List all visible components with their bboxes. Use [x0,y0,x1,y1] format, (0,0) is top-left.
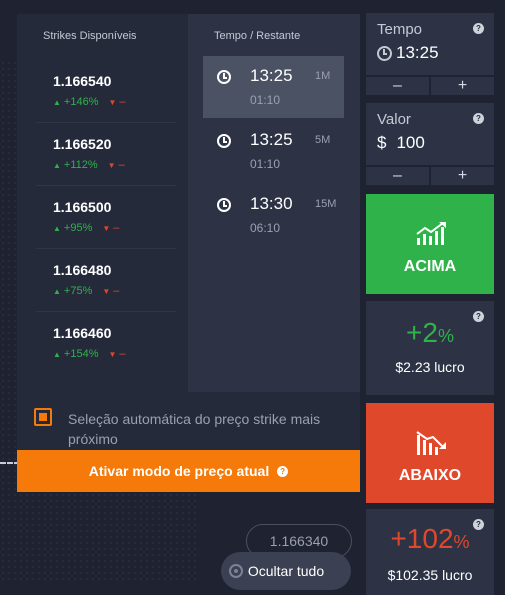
time-remaining: 01:10 [250,157,281,171]
auto-select-checkbox[interactable] [34,408,52,426]
duration-tag: 5M [315,134,331,146]
triangle-up-icon: ▲ [53,224,61,233]
expiration-list: Tempo / Restante 13:25 01:10 1M 13:25 01… [188,14,360,392]
tempo-increase-button[interactable]: + [431,77,494,95]
valor-increase-button[interactable]: + [431,167,494,185]
call-button[interactable]: ACIMA [366,194,494,294]
clock-icon [377,45,392,61]
duration-tag: 1M [315,70,331,82]
current-price-mode-label: Ativar modo de preço atual [88,463,270,479]
strike-item[interactable]: 1.166460 ▲ +154% ▼ – [36,315,176,375]
strike-value: 1.166500 [53,199,112,215]
triangle-down-icon: ▼ [107,161,116,170]
strike-up-payout: +146% [63,96,99,108]
currency-symbol: $ [377,133,387,152]
expiration-time: 13:25 [250,66,293,85]
triangle-down-icon: ▼ [102,287,111,296]
strike-up-payout: +154% [63,348,99,360]
current-price-mode-button[interactable]: Ativar modo de preço atual ? [17,450,360,492]
triangle-down-icon: ▼ [108,98,117,107]
eye-icon [229,564,243,578]
valor-value[interactable]: 100 [396,133,424,153]
strike-item[interactable]: 1.166480 ▲ +75% ▼ – [36,252,176,312]
percent-sign: % [453,532,470,552]
valor-label: Valor [377,111,411,128]
tempo-label: Tempo [377,21,423,38]
trend-down-icon [416,431,446,455]
strike-item[interactable]: 1.166540 ▲ +146% ▼ – [36,63,176,123]
time-remaining: 01:10 [250,93,281,107]
strike-down-payout: – [119,348,126,360]
auto-select-label[interactable]: Seleção automática do preço strike mais … [68,409,358,449]
tempo-value: 13:25 [396,43,439,62]
valor-decrease-button[interactable]: – [366,167,431,185]
hide-all-button[interactable]: Ocultar tudo [221,552,351,590]
help-icon[interactable]: ? [277,465,289,477]
expiration-item[interactable]: 13:25 01:10 1M [203,56,344,118]
help-icon[interactable]: ? [473,113,484,124]
tempo-field[interactable]: Tempo ? 13:25 – + [366,13,494,95]
triangle-up-icon: ▲ [53,98,61,107]
duration-tag: 15M [315,198,337,210]
call-profit-percent-value: +2 [406,317,438,348]
strike-up-payout: +112% [63,159,98,171]
strike-value: 1.166520 [53,136,112,152]
triangle-up-icon: ▲ [53,287,61,296]
time-header: Tempo / Restante [214,30,301,42]
expiration-item[interactable]: 13:25 01:10 5M [203,120,344,182]
strike-value: 1.166540 [53,73,112,89]
clock-icon [217,70,231,84]
trend-up-icon [416,222,446,245]
call-profit-amount: $2.23 lucro [395,359,465,375]
put-profit-amount: $102.35 lucro [387,567,473,583]
put-button[interactable]: ABAIXO [366,403,494,503]
expiration-time: 13:30 [250,194,293,213]
strike-value: 1.166480 [53,262,112,278]
time-remaining: 06:10 [250,221,281,235]
percent-sign: % [437,326,454,346]
strike-up-payout: +95% [63,222,93,234]
call-label: ACIMA [403,258,457,275]
expiration-time: 13:25 [250,130,293,149]
strikes-header: Strikes Disponíveis [43,30,137,42]
strike-up-payout: +75% [63,285,93,297]
put-profit-percent: +102% [366,523,494,555]
put-label: ABAIXO [398,467,462,484]
clock-icon [217,134,231,148]
auto-select-row: Seleção automática do preço strike mais … [17,392,360,452]
strike-down-payout: – [113,285,120,297]
expiration-item[interactable]: 13:30 06:10 15M [203,184,344,246]
hide-all-label: Ocultar tudo [247,563,325,579]
triangle-down-icon: ▼ [108,350,117,359]
triangle-down-icon: ▼ [102,224,111,233]
triangle-up-icon: ▲ [53,161,61,170]
help-icon[interactable]: ? [473,23,484,34]
call-profit-box: ? +2% $2.23 lucro [366,301,494,395]
strike-down-payout: – [119,96,126,108]
tempo-decrease-button[interactable]: – [366,77,431,95]
strike-value: 1.166460 [53,325,112,341]
put-profit-box: ? +102% $102.35 lucro [366,509,494,595]
put-profit-percent-value: +102 [390,523,454,554]
triangle-up-icon: ▲ [53,350,61,359]
strike-item[interactable]: 1.166500 ▲ +95% ▼ – [36,189,176,249]
strike-item[interactable]: 1.166520 ▲ +112% ▼ – [36,126,176,186]
strike-down-payout: – [113,222,120,234]
clock-icon [217,198,231,212]
call-profit-percent: +2% [366,317,494,349]
valor-field[interactable]: Valor ? $ 100 – + [366,103,494,185]
strike-down-payout: – [118,159,125,171]
